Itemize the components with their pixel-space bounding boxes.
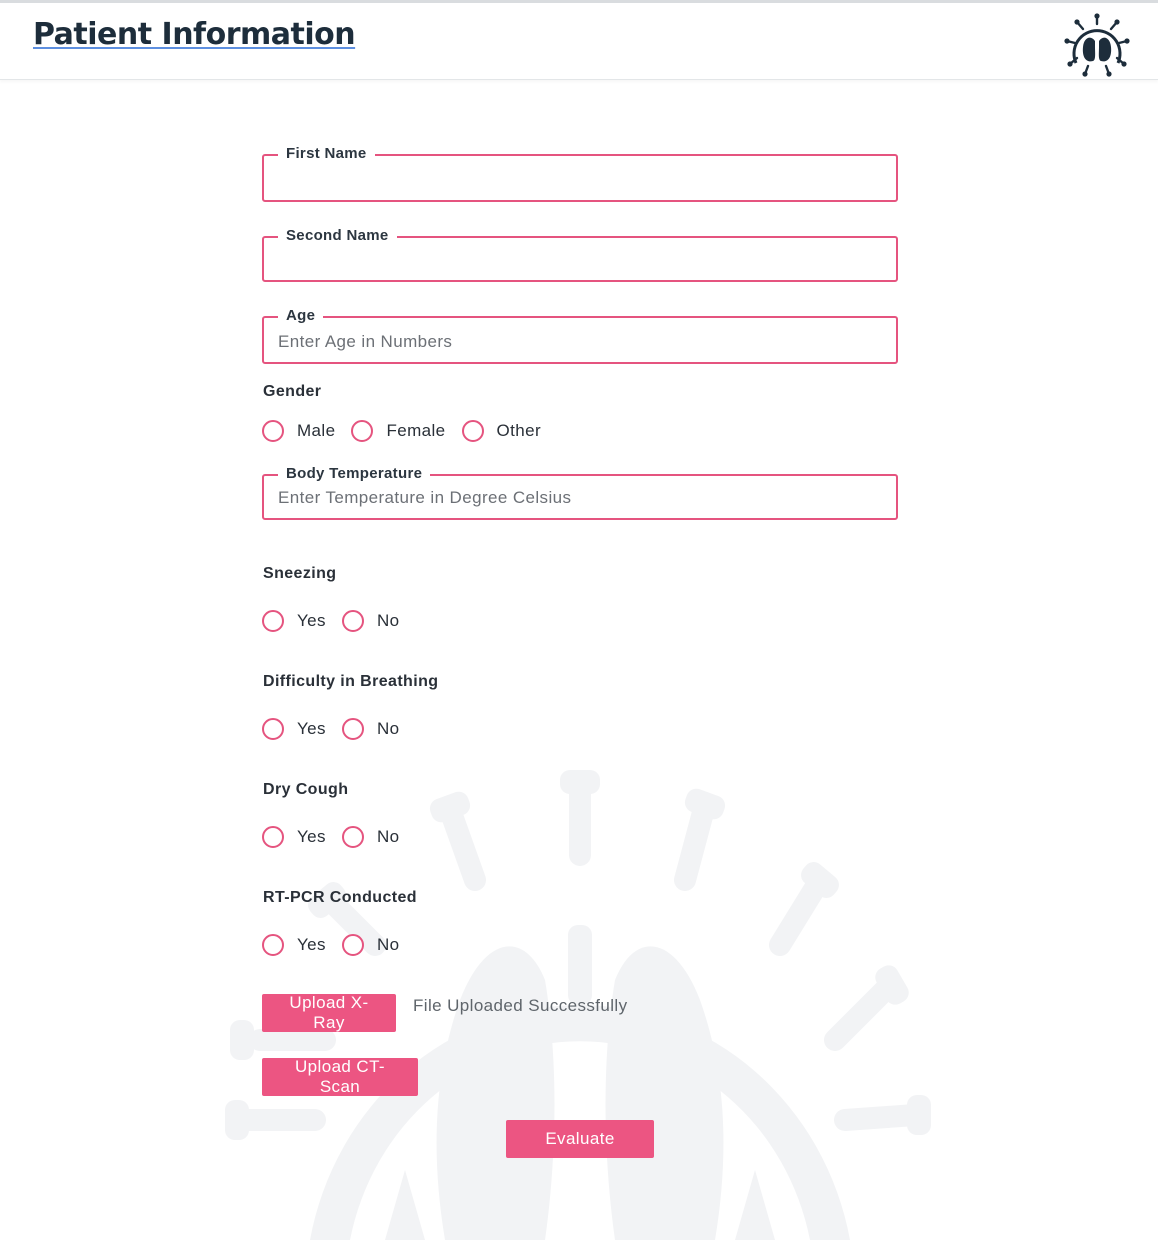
virus-lungs-logo-icon	[1064, 13, 1130, 77]
radio-circle-icon[interactable]	[262, 826, 284, 848]
upload-ct-scan-button[interactable]: Upload CT-Scan	[262, 1057, 418, 1096]
rtpcr-radio-group: Yes No	[262, 934, 415, 956]
page-title: Patient Information	[33, 17, 356, 52]
radio-label: No	[376, 935, 400, 954]
dry-cough-label: Dry Cough	[263, 781, 349, 798]
radio-label: Male	[297, 421, 336, 440]
radio-label: Yes	[297, 611, 326, 630]
breathing-yes-radio[interactable]: Yes	[262, 718, 326, 740]
sneezing-radio-group: Yes No	[262, 610, 415, 632]
rtpcr-no-radio[interactable]: No	[341, 934, 400, 956]
sneezing-label: Sneezing	[263, 565, 337, 582]
radio-label: Other	[496, 421, 542, 440]
radio-circle-icon[interactable]	[341, 934, 364, 956]
radio-label: Yes	[297, 935, 326, 954]
radio-circle-icon[interactable]	[262, 610, 284, 632]
sneezing-no-radio[interactable]: No	[341, 610, 400, 632]
radio-label: Yes	[297, 827, 326, 846]
dry-cough-no-radio[interactable]: No	[341, 826, 400, 848]
first-name-label: First Name	[278, 145, 375, 163]
radio-label: No	[376, 827, 400, 846]
radio-circle-icon[interactable]	[262, 420, 284, 442]
app-header: Patient Information	[0, 3, 1158, 80]
first-name-field: First Name	[262, 145, 898, 202]
second-name-label: Second Name	[278, 227, 397, 245]
rtpcr-yes-radio[interactable]: Yes	[262, 934, 326, 956]
dry-cough-yes-radio[interactable]: Yes	[262, 826, 326, 848]
age-input[interactable]	[276, 325, 880, 359]
sneezing-yes-radio[interactable]: Yes	[262, 610, 326, 632]
breathing-label: Difficulty in Breathing	[263, 673, 439, 690]
gender-label: Gender	[263, 383, 322, 400]
age-label: Age	[278, 307, 324, 325]
age-field: Age	[262, 307, 898, 364]
radio-circle-icon[interactable]	[351, 420, 374, 442]
evaluate-button[interactable]: Evaluate	[506, 1120, 654, 1158]
upload-xray-button[interactable]: Upload X-Ray	[262, 993, 396, 1032]
radio-label: Yes	[297, 719, 326, 738]
radio-label: Female	[386, 421, 446, 440]
gender-male-radio[interactable]: Male	[262, 420, 335, 442]
body-temperature-input[interactable]	[276, 481, 880, 515]
second-name-input[interactable]	[276, 244, 880, 278]
radio-circle-icon[interactable]	[341, 610, 364, 632]
radio-circle-icon[interactable]	[262, 718, 284, 740]
rtpcr-label: RT-PCR Conducted	[263, 889, 417, 906]
radio-circle-icon[interactable]	[341, 718, 364, 740]
gender-radio-group: Male Female Other	[262, 420, 557, 442]
radio-circle-icon[interactable]	[461, 420, 484, 442]
gender-female-radio[interactable]: Female	[351, 420, 445, 442]
upload-status-text: File Uploaded Successfully	[413, 996, 628, 1015]
radio-label: No	[376, 719, 400, 738]
second-name-field: Second Name	[262, 227, 898, 282]
breathing-no-radio[interactable]: No	[341, 718, 400, 740]
dry-cough-radio-group: Yes No	[262, 826, 415, 848]
gender-other-radio[interactable]: Other	[461, 420, 542, 442]
radio-circle-icon[interactable]	[262, 934, 284, 956]
breathing-radio-group: Yes No	[262, 718, 415, 740]
first-name-input[interactable]	[276, 162, 880, 196]
radio-label: No	[376, 611, 400, 630]
body-temperature-field: Body Temperature	[262, 465, 898, 520]
radio-circle-icon[interactable]	[341, 826, 364, 848]
